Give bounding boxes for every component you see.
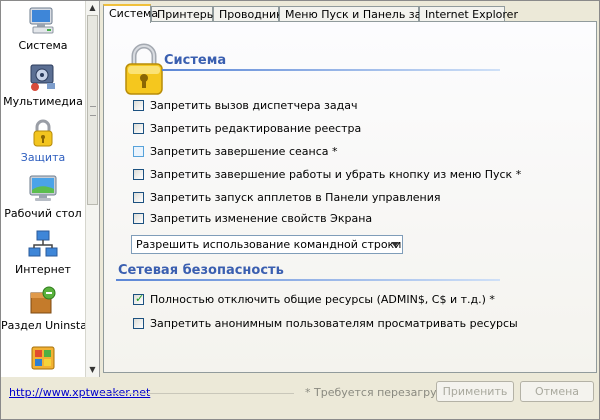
tab-system[interactable]: Система bbox=[103, 4, 158, 23]
sidebar-item-security[interactable]: Защита bbox=[1, 113, 85, 169]
checkmark-icon: ✓ bbox=[135, 292, 145, 305]
checkbox-box[interactable] bbox=[133, 146, 144, 157]
checkbox-label: Полностью отключить общие ресурсы (ADMIN… bbox=[150, 293, 495, 306]
sidebar-item-label: Рабочий стол bbox=[4, 207, 82, 220]
sidebar-scrollbar[interactable]: ▲ ▼ bbox=[85, 1, 99, 377]
footer-divider bbox=[99, 393, 294, 394]
checkbox-label: Запретить изменение свойств Экрана bbox=[150, 212, 373, 225]
uninstall-icon bbox=[30, 286, 56, 314]
tab-printers[interactable]: Принтеры bbox=[151, 6, 215, 22]
scroll-thumb[interactable] bbox=[87, 15, 98, 205]
sidebar-item-label: Интернет bbox=[15, 263, 71, 276]
checkbox-box[interactable] bbox=[133, 318, 144, 329]
scroll-up-arrow-icon[interactable]: ▲ bbox=[87, 2, 98, 14]
scroll-down-arrow-icon[interactable]: ▼ bbox=[87, 364, 98, 376]
command-line-dropdown[interactable]: Разрешить использование командной строки bbox=[131, 235, 403, 254]
desktop-icon bbox=[29, 175, 57, 201]
checkbox-label: Запретить запуск апплетов в Панели управ… bbox=[150, 191, 441, 204]
sidebar-item-multimedia[interactable]: Мультимедиа bbox=[1, 57, 85, 113]
tab-internet-explorer[interactable]: Internet Explorer bbox=[419, 6, 518, 22]
checkbox-label: Запретить редактирование реестра bbox=[150, 122, 362, 135]
checkbox-box[interactable]: ✓ bbox=[133, 292, 145, 305]
grip-icon bbox=[90, 106, 96, 116]
section-title-network: Сетевая безопасность bbox=[118, 263, 284, 278]
sidebar-item-programs[interactable] bbox=[1, 337, 85, 377]
sidebar-list: Система Мультимедиа Защита Рабочий стол … bbox=[1, 1, 94, 377]
sidebar-item-label: Система bbox=[18, 39, 68, 52]
sidebar-item-label: Защита bbox=[20, 151, 66, 164]
checkbox-box[interactable] bbox=[133, 169, 144, 180]
checkbox-box[interactable] bbox=[133, 192, 144, 203]
checkbox-box[interactable] bbox=[133, 213, 144, 224]
checkbox-label: Запретить вызов диспетчера задач bbox=[150, 99, 358, 112]
lock-icon bbox=[125, 43, 163, 95]
app-window: Система Мультимедиа Защита Рабочий стол … bbox=[0, 0, 600, 420]
sidebar-item-label: Раздел Uninstall bbox=[1, 319, 94, 332]
checkbox-box[interactable] bbox=[133, 123, 144, 134]
tab-start-menu[interactable]: Меню Пуск и Панель задач bbox=[279, 6, 442, 22]
cancel-button[interactable]: Отмена bbox=[520, 381, 594, 402]
checkbox-label: Запретить завершение работы и убрать кно… bbox=[150, 168, 522, 181]
settings-panel: Система Запретить вызов диспетчера задач… bbox=[103, 21, 597, 373]
lock-icon bbox=[33, 119, 53, 147]
computer-icon bbox=[29, 7, 54, 34]
multimedia-icon bbox=[30, 64, 55, 91]
sidebar-item-uninstall[interactable]: Раздел Uninstall bbox=[1, 281, 94, 337]
checkbox-label: Запретить завершение сеанса * bbox=[150, 145, 338, 158]
network-icon bbox=[28, 230, 58, 257]
apply-button[interactable]: Применить bbox=[436, 381, 514, 402]
dropdown-value: Разрешить использование командной строки bbox=[136, 238, 402, 251]
checkbox-label: Запретить анонимным пользователям просма… bbox=[150, 317, 518, 330]
sidebar-item-system[interactable]: Система bbox=[1, 1, 85, 57]
sidebar: Система Мультимедиа Защита Рабочий стол … bbox=[1, 1, 100, 377]
section-divider bbox=[162, 69, 500, 71]
section-title-system: Система bbox=[164, 53, 227, 68]
sidebar-item-internet[interactable]: Интернет bbox=[1, 225, 85, 281]
tab-explorer[interactable]: Проводник bbox=[213, 6, 283, 22]
chevron-down-icon[interactable] bbox=[391, 242, 399, 247]
checkbox-box[interactable] bbox=[133, 100, 144, 111]
programs-icon bbox=[31, 346, 55, 370]
section-divider bbox=[116, 279, 500, 281]
restart-note: * Требуется перезагрузка bbox=[305, 386, 456, 399]
sidebar-item-label: Мультимедиа bbox=[3, 95, 83, 108]
sidebar-item-desktop[interactable]: Рабочий стол bbox=[1, 169, 85, 225]
